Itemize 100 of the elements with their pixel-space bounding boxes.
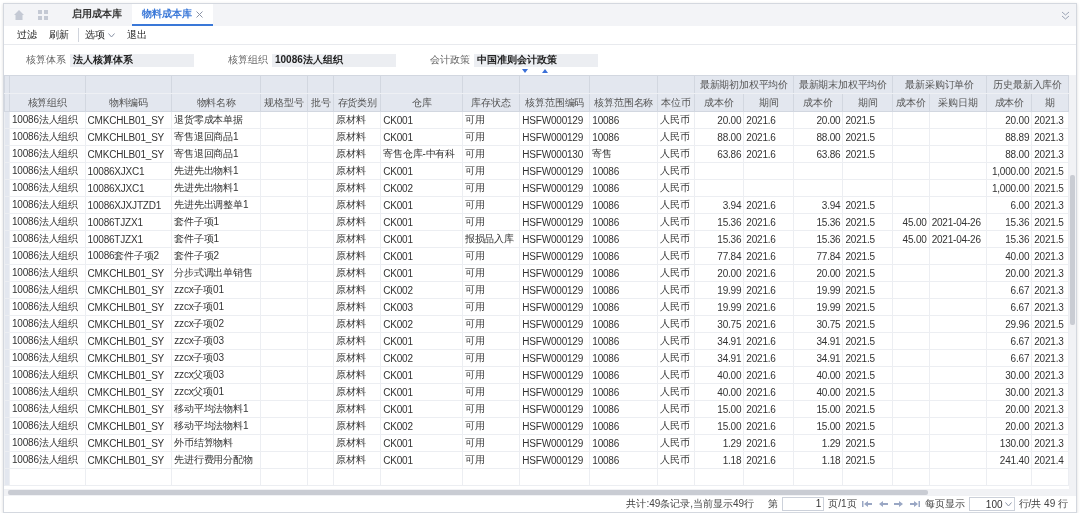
per-page-label: 每页显示 <box>924 497 965 511</box>
table-cell: 可用 <box>462 315 520 333</box>
first-page-icon[interactable] <box>861 500 872 508</box>
table-cell: 2021.6 <box>743 434 794 452</box>
table-cell: CK002 <box>380 315 463 333</box>
table-cell: 15.36 <box>793 213 843 231</box>
column-group-header: 最新采购订单价 <box>892 75 987 94</box>
table-cell: CMKCHLB01_SY <box>85 383 172 401</box>
table-cell: 10086 <box>589 264 658 282</box>
table-cell: 人民币 <box>657 281 695 299</box>
table-cell: 2021.5 <box>842 111 893 129</box>
home-icon[interactable] <box>14 10 24 20</box>
caret-icon <box>1004 501 1012 507</box>
field-label: 核算组织 <box>228 53 268 67</box>
table-cell: 人民币 <box>657 230 695 248</box>
table-cell: CMKCHLB01_SY <box>85 332 172 350</box>
table-cell: 10086 <box>589 417 658 435</box>
table-cell: 1.18 <box>793 451 843 469</box>
table-cell: 10086法人组织 <box>9 400 86 418</box>
table-cell: 可用 <box>462 196 520 214</box>
table-cell: 2021.6 <box>743 196 794 214</box>
table-cell: 241.40 <box>986 451 1032 469</box>
table-cell: 可用 <box>462 332 520 350</box>
table-cell: 15.36 <box>793 230 843 248</box>
table-cell: 30.75 <box>694 315 744 333</box>
table-cell: 可用 <box>462 179 520 197</box>
table-cell: 88.00 <box>793 128 843 146</box>
table-cell: 2021.5 <box>842 128 893 146</box>
table-cell: 2021.5 <box>842 213 893 231</box>
page-size-select[interactable]: 100 <box>968 497 1015 511</box>
table-cell: 20.00 <box>986 111 1032 129</box>
table-cell: 人民币 <box>657 162 695 180</box>
table-cell: 2021.3 <box>1031 145 1069 163</box>
table-cell: 先进行费用分配物 <box>171 451 261 469</box>
scrollbar-thumb[interactable] <box>1070 175 1075 325</box>
table-cell: 原材料 <box>333 383 381 401</box>
table-cell: 先进先出物料1 <box>171 162 261 180</box>
table-cell: 2021.3 <box>1031 196 1069 214</box>
last-page-icon[interactable] <box>909 500 920 508</box>
table-cell: 10086法人组织 <box>9 332 86 350</box>
table-cell: 34.91 <box>793 349 843 367</box>
table-cell: 15.00 <box>793 400 843 418</box>
close-icon[interactable] <box>196 10 203 18</box>
table-cell: 寄售退回商品1 <box>171 145 261 163</box>
table-cell: 2021.3 <box>1031 281 1069 299</box>
scrollbar-thumb[interactable] <box>8 490 928 495</box>
table-cell: 2021.5 <box>842 230 893 248</box>
table-cell: 10086 <box>589 196 658 214</box>
table-cell: 3.94 <box>694 196 744 214</box>
filter-field[interactable]: 法人核算体系 <box>70 53 194 67</box>
column-group-header: 最新期初加权平均价 <box>694 75 794 94</box>
table-cell: 88.00 <box>986 145 1032 163</box>
table-cell: CK001 <box>380 128 463 146</box>
table-cell: 2021.3 <box>1031 264 1069 282</box>
table-cell: 10086 <box>589 400 658 418</box>
double-chevron-icon[interactable] <box>1061 10 1070 20</box>
previous-page-icon[interactable] <box>877 500 888 508</box>
table-cell: 可用 <box>462 111 520 129</box>
column-group-header: 历史最新入库价 <box>986 75 1069 94</box>
table-cell: HSFW000129 <box>519 213 590 231</box>
table-cell: 2021.6 <box>743 213 794 231</box>
table-cell: 15.36 <box>694 213 744 231</box>
table-cell: 10086 <box>589 298 658 316</box>
table-cell: 10086法人组织 <box>9 247 86 265</box>
grid-icon[interactable] <box>38 10 48 20</box>
table-cell: 移动平均法物料1 <box>171 400 261 418</box>
table-cell: 10086 <box>589 213 658 231</box>
table-cell: 10086XJXC1 <box>85 162 172 180</box>
table-cell: CK003 <box>380 298 463 316</box>
table-cell: 19.99 <box>793 298 843 316</box>
toolbar-button[interactable]: 过滤 <box>12 28 42 42</box>
table-cell: 人民币 <box>657 179 695 197</box>
table-cell: 10086套件子项2 <box>85 247 172 265</box>
table-cell: 可用 <box>462 298 520 316</box>
table-cell: 人民币 <box>657 349 695 367</box>
table-cell: 15.36 <box>694 230 744 248</box>
table-cell: zzcx子项03 <box>171 349 261 367</box>
table-cell: 10086 <box>589 451 658 469</box>
caret-up-icon[interactable] <box>542 69 548 73</box>
table-cell: 可用 <box>462 281 520 299</box>
table-cell: 1.29 <box>793 434 843 452</box>
table-cell: 2021.3 <box>1031 128 1069 146</box>
table-cell: CMKCHLB01_SY <box>85 111 172 129</box>
next-page-icon[interactable] <box>893 500 904 508</box>
caret-down-icon[interactable] <box>522 69 528 73</box>
toolbar-button[interactable]: 刷新 <box>44 28 74 42</box>
table-cell: 2021.5 <box>842 315 893 333</box>
table-cell: 可用 <box>462 145 520 163</box>
page-field[interactable]: 1 <box>782 497 825 511</box>
table-cell: 2021.3 <box>1031 434 1069 452</box>
table-cell: 88.00 <box>694 128 744 146</box>
table-cell: 2021.3 <box>1031 298 1069 316</box>
filter-field[interactable]: 中国准则会计政策 <box>474 53 598 67</box>
page-count: 页/1页 <box>828 497 857 511</box>
tab[interactable]: 物料成本库 <box>132 4 213 26</box>
filter-field[interactable]: 10086法人组织 <box>272 53 396 67</box>
tab[interactable]: 启用成本库 <box>62 4 132 26</box>
toolbar-button[interactable]: 退出 <box>122 28 152 42</box>
options-dropdown[interactable]: 选项 <box>78 28 120 42</box>
table-cell: 可用 <box>462 247 520 265</box>
